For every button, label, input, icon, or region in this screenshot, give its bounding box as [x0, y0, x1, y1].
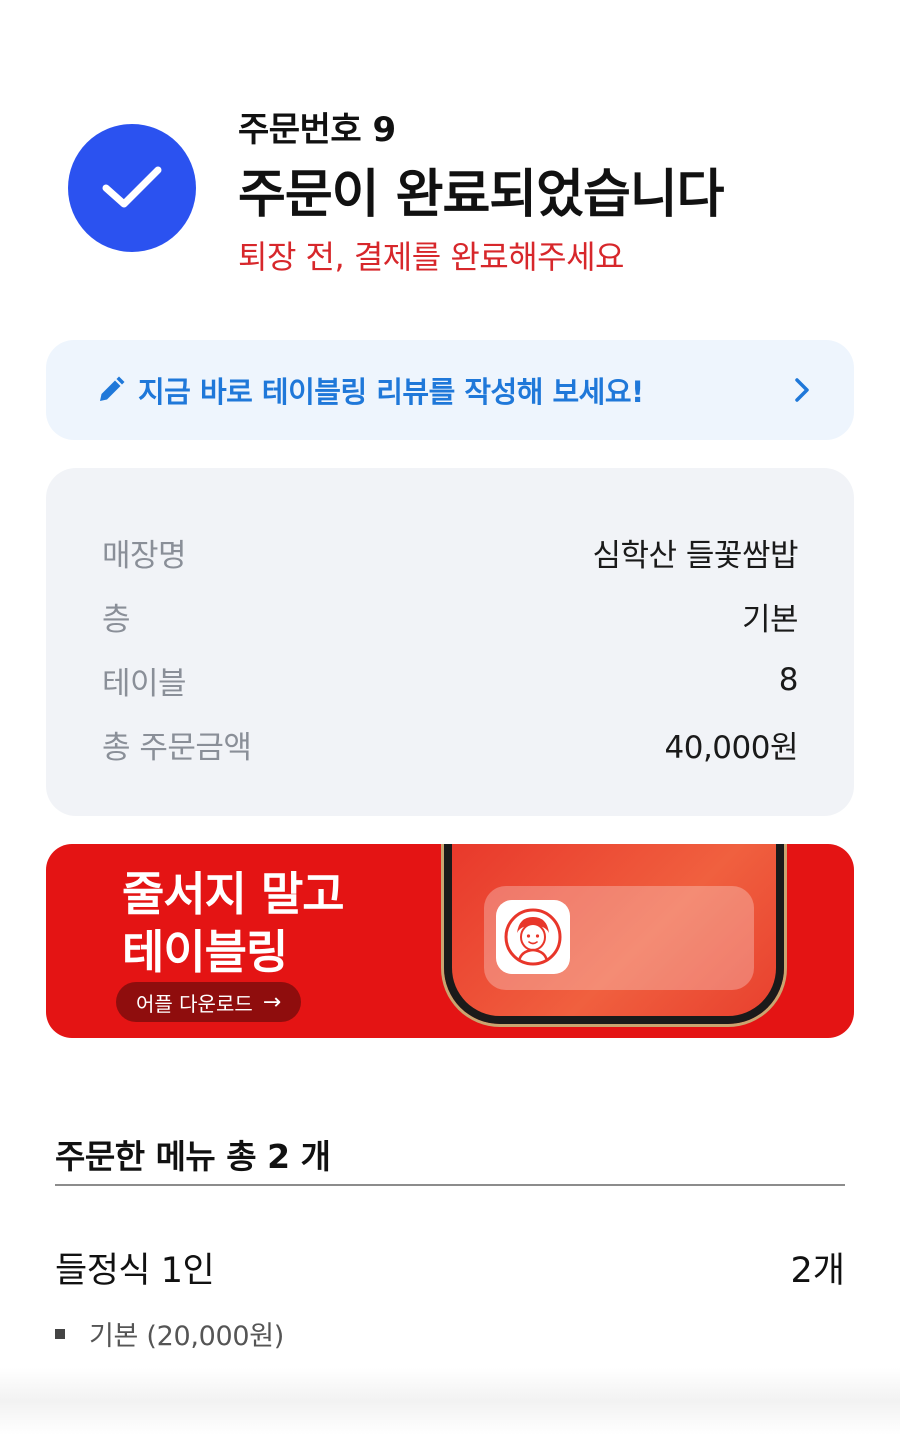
- write-review-banner[interactable]: 지금 바로 테이블링 리뷰를 작성해 보세요!: [46, 340, 854, 440]
- pencil-icon: [100, 376, 125, 401]
- menu-divider: [55, 1184, 845, 1186]
- chevron-right-icon: [795, 378, 809, 402]
- page-title: 주문이 완료되었습니다: [238, 165, 725, 225]
- table-value: 8: [778, 662, 799, 698]
- bottom-fade: [0, 1368, 900, 1435]
- arrow-right-icon: →: [262, 989, 282, 1015]
- menu-item-option-text: 기본 (20,000원): [89, 1321, 285, 1352]
- order-info-box: 매장명 심학산 들꽃쌈밥 층 기본 테이블 8 총 주문금액 40,000원: [46, 468, 854, 816]
- total-amount-value: 40,000원: [664, 729, 799, 766]
- info-row-store: 매장명 심학산 들꽃쌈밥: [102, 520, 798, 584]
- ordered-menu-title: 주문한 메뉴 총 2 개: [55, 1137, 331, 1176]
- review-banner-text: 지금 바로 테이블링 리뷰를 작성해 보세요!: [138, 375, 644, 409]
- phone-illustration: [444, 844, 784, 1024]
- app-download-button[interactable]: 어플 다운로드 →: [116, 982, 302, 1022]
- menu-item-name: 들정식 1인: [55, 1251, 215, 1291]
- promo-headline-line2: 테이블링: [122, 925, 288, 979]
- table-label: 테이블: [102, 665, 187, 702]
- promo-headline-line1: 줄서지 말고: [122, 867, 345, 921]
- list-item: 들정식 1인 2개: [55, 1242, 845, 1293]
- store-name-value: 심학산 들꽃쌈밥: [592, 537, 799, 574]
- tabling-app-icon: [496, 900, 570, 974]
- store-name-label: 매장명: [102, 537, 187, 574]
- menu-item-option: 기본 (20,000원): [55, 1314, 284, 1353]
- check-circle-icon: [68, 124, 196, 252]
- info-row-table: 테이블 8: [102, 648, 799, 712]
- payment-notice: 퇴장 전, 결제를 완료해주세요: [238, 238, 624, 276]
- floor-label: 층: [102, 601, 131, 638]
- notification-card: [484, 886, 754, 990]
- info-row-total: 총 주문금액 40,000원: [102, 712, 798, 776]
- floor-value: 기본: [741, 601, 799, 638]
- info-row-floor: 층 기본: [102, 584, 799, 648]
- order-number: 주문번호 9: [238, 110, 396, 150]
- bullet-icon: [55, 1328, 65, 1339]
- app-download-banner[interactable]: 줄서지 말고 테이블링 어플 다운로드 →: [46, 844, 854, 1038]
- total-amount-label: 총 주문금액: [102, 729, 252, 766]
- menu-item-quantity: 2개: [790, 1251, 845, 1291]
- order-complete-header: 주문번호 9 주문이 완료되었습니다 퇴장 전, 결제를 완료해주세요: [68, 100, 868, 280]
- app-download-label: 어플 다운로드: [136, 991, 253, 1016]
